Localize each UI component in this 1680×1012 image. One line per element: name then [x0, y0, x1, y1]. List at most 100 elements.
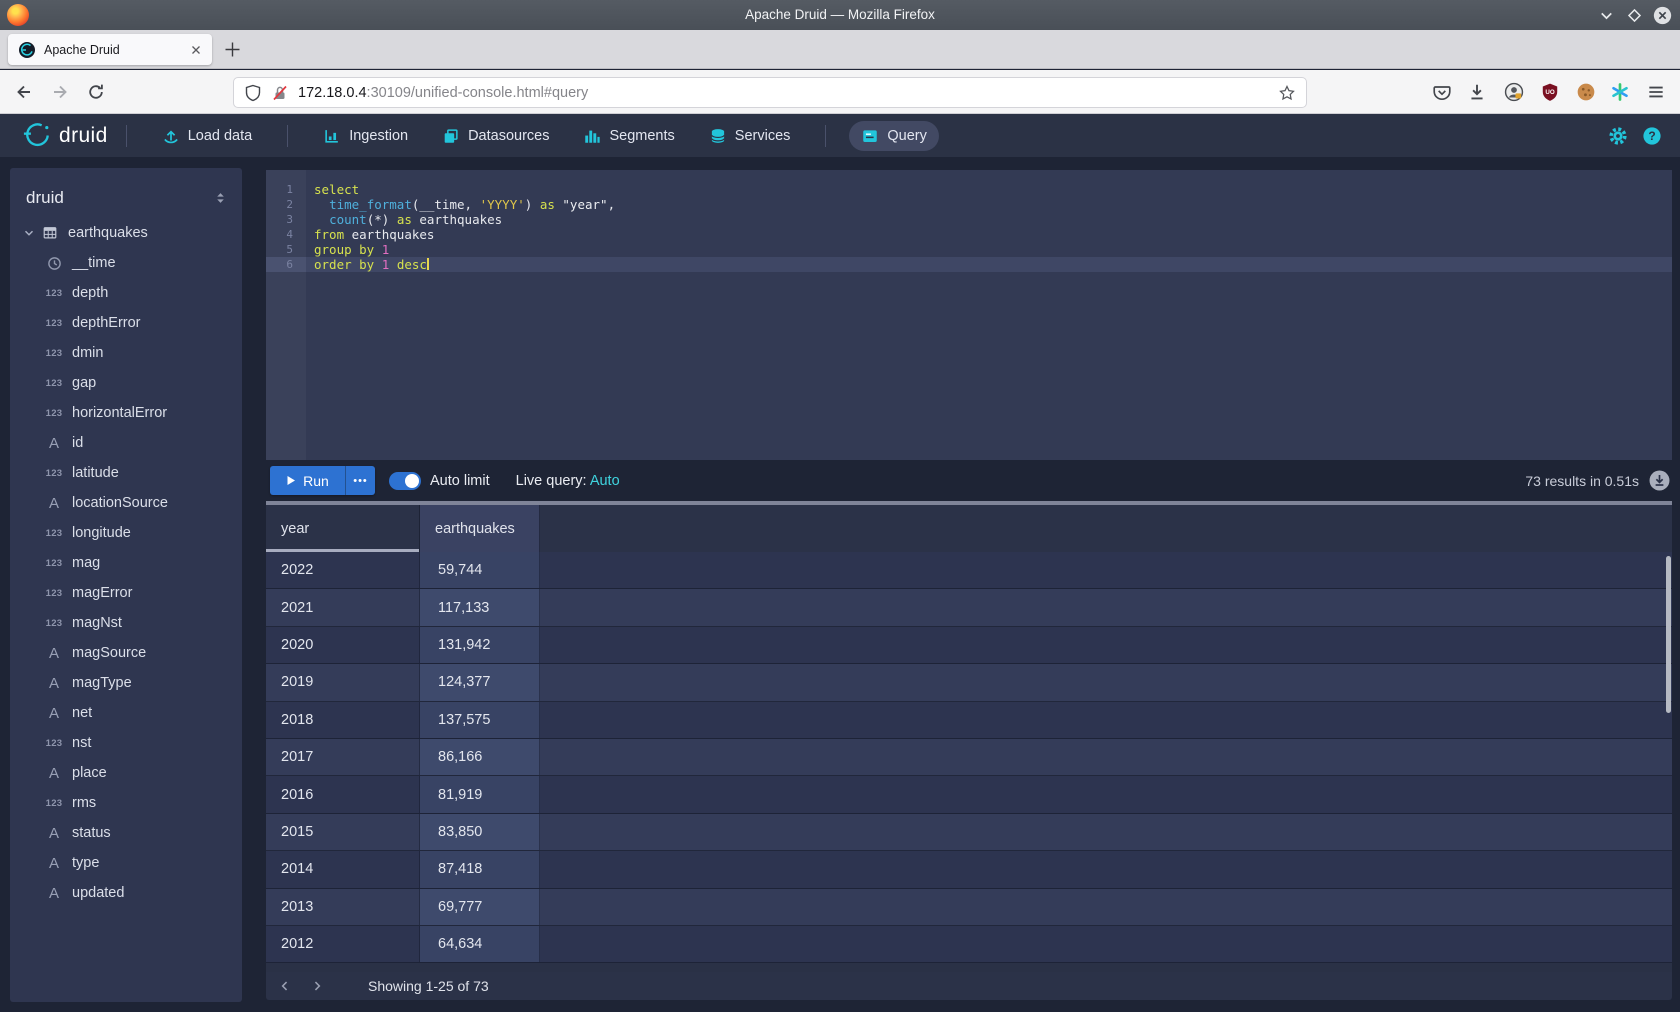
- url-bar[interactable]: 172.18.0.4:30109/unified-console.html#qu…: [233, 77, 1307, 108]
- tree-item-column-nst[interactable]: 123nst: [10, 728, 242, 758]
- tree-item-column-type[interactable]: Atype: [10, 848, 242, 878]
- line-number: 5: [266, 242, 306, 257]
- number-type-icon: 123: [44, 588, 64, 599]
- tree-item-column-magType[interactable]: AmagType: [10, 668, 242, 698]
- nav-item-ingestion[interactable]: Ingestion: [311, 121, 420, 151]
- back-icon[interactable]: [14, 82, 34, 102]
- tree-item-column-mag[interactable]: 123mag: [10, 548, 242, 578]
- insecure-lock-icon[interactable]: [271, 84, 289, 102]
- chevron-down-icon[interactable]: [22, 226, 36, 240]
- reload-icon[interactable]: [86, 82, 106, 102]
- tree-table-label: earthquakes: [68, 225, 148, 241]
- run-more-button[interactable]: •••: [345, 466, 375, 495]
- druid-swirl-icon: [22, 122, 52, 150]
- table-row[interactable]: 2021117,133: [266, 589, 1672, 626]
- extension-asterisk-icon[interactable]: [1610, 82, 1630, 102]
- cell-year: 2018: [266, 702, 420, 738]
- tree-item-column-updated[interactable]: Aupdated: [10, 878, 242, 908]
- download-results-icon[interactable]: [1649, 470, 1670, 491]
- tracking-shield-icon[interactable]: [244, 84, 262, 102]
- new-tab-button[interactable]: [224, 41, 241, 58]
- tree-item-column-latitude[interactable]: 123latitude: [10, 458, 242, 488]
- window-maximize-icon[interactable]: [1625, 6, 1644, 25]
- prev-page-button[interactable]: [272, 975, 298, 997]
- pocket-icon[interactable]: [1432, 82, 1452, 102]
- run-button[interactable]: Run: [270, 466, 345, 495]
- text-cursor: [427, 258, 429, 270]
- editor-line-1[interactable]: 1select: [266, 182, 1672, 197]
- number-type-icon: 123: [44, 288, 64, 299]
- tree-item-column-status[interactable]: Astatus: [10, 818, 242, 848]
- forward-icon[interactable]: [50, 82, 70, 102]
- tree-item-column-magSource[interactable]: AmagSource: [10, 638, 242, 668]
- tree-item-column-id[interactable]: Aid: [10, 428, 242, 458]
- table-row[interactable]: 201681,919: [266, 776, 1672, 813]
- tree-item-column-horizontalError[interactable]: 123horizontalError: [10, 398, 242, 428]
- help-icon[interactable]: ?: [1642, 126, 1662, 146]
- window-close-icon[interactable]: [1653, 6, 1672, 25]
- browser-tab[interactable]: Apache Druid: [8, 34, 212, 65]
- bookmark-star-icon[interactable]: [1278, 84, 1296, 102]
- tree-item-column-depthError[interactable]: 123depthError: [10, 308, 242, 338]
- tree-item-column-locationSource[interactable]: AlocationSource: [10, 488, 242, 518]
- table-row[interactable]: 2018137,575: [266, 702, 1672, 739]
- nav-item-query[interactable]: Query: [849, 121, 939, 151]
- tree-item-column-net[interactable]: Anet: [10, 698, 242, 728]
- nav-item-services[interactable]: Services: [697, 121, 803, 151]
- cell-filler: [540, 702, 1672, 738]
- tree-item-column-place[interactable]: Aplace: [10, 758, 242, 788]
- next-page-button[interactable]: [304, 975, 330, 997]
- auto-limit-label: Auto limit: [430, 473, 490, 489]
- browser-toolbar: 172.18.0.4:30109/unified-console.html#qu…: [0, 70, 1680, 114]
- chevron-right-icon: [310, 979, 324, 993]
- table-row[interactable]: 201786,166: [266, 739, 1672, 776]
- tree-item-column-dmin[interactable]: 123dmin: [10, 338, 242, 368]
- editor-line-3[interactable]: 3 count(*) as earthquakes: [266, 212, 1672, 227]
- live-query-value[interactable]: Auto: [590, 473, 620, 489]
- nav-item-datasources[interactable]: Datasources: [430, 121, 561, 151]
- auto-limit-toggle[interactable]: [389, 472, 421, 490]
- druid-favicon-icon: [19, 42, 35, 58]
- editor-lines: 1select2 time_format(__time, 'YYYY') as …: [266, 170, 1672, 272]
- sql-editor[interactable]: 1select2 time_format(__time, 'YYYY') as …: [266, 170, 1672, 460]
- tree-item-column-rms[interactable]: 123rms: [10, 788, 242, 818]
- editor-line-2[interactable]: 2 time_format(__time, 'YYYY') as "year",: [266, 197, 1672, 212]
- editor-line-5[interactable]: 5group by 1: [266, 242, 1672, 257]
- druid-logo[interactable]: druid: [22, 122, 108, 150]
- ublock-icon[interactable]: UO: [1540, 82, 1560, 102]
- tab-close-icon[interactable]: [188, 42, 204, 58]
- tree-item-column-magError[interactable]: 123magError: [10, 578, 242, 608]
- tree-item-column-magNst[interactable]: 123magNst: [10, 608, 242, 638]
- table-row[interactable]: 201369,777: [266, 889, 1672, 926]
- tree-item-column-gap[interactable]: 123gap: [10, 368, 242, 398]
- results-pager: Showing 1-25 of 73: [266, 972, 1672, 1000]
- table-row[interactable]: 201264,634: [266, 926, 1672, 963]
- table-row[interactable]: 2020131,942: [266, 627, 1672, 664]
- tree-item-table-earthquakes[interactable]: earthquakes: [10, 218, 242, 248]
- editor-line-6[interactable]: 6order by 1 desc: [266, 257, 1672, 272]
- menu-hamburger-icon[interactable]: [1646, 82, 1666, 102]
- table-scrollbar[interactable]: [1666, 556, 1671, 713]
- nav-item-segments[interactable]: Segments: [571, 121, 686, 151]
- database-icon: [709, 127, 727, 145]
- nav-item-load-data[interactable]: Load data: [150, 121, 265, 151]
- nav-item-label: Query: [887, 128, 927, 144]
- editor-line-4[interactable]: 4from earthquakes: [266, 227, 1672, 242]
- sort-carets-icon[interactable]: [213, 190, 228, 206]
- table-row[interactable]: 201583,850: [266, 814, 1672, 851]
- tree-column-label: depth: [72, 285, 108, 301]
- url-text[interactable]: 172.18.0.4:30109/unified-console.html#qu…: [298, 85, 1270, 101]
- window-minimize-icon[interactable]: [1597, 6, 1616, 25]
- column-header-year[interactable]: year: [266, 505, 420, 552]
- cookie-icon[interactable]: [1576, 82, 1596, 102]
- settings-gear-icon[interactable]: [1608, 126, 1628, 146]
- table-row[interactable]: 201487,418: [266, 851, 1672, 888]
- downloads-icon[interactable]: [1467, 82, 1487, 102]
- tree-item-column-longitude[interactable]: 123longitude: [10, 518, 242, 548]
- table-row[interactable]: 2019124,377: [266, 664, 1672, 701]
- tree-item-column-__time[interactable]: __time: [10, 248, 242, 278]
- account-icon[interactable]: [1504, 82, 1524, 102]
- table-row[interactable]: 202259,744: [266, 552, 1672, 589]
- column-header-earthquakes[interactable]: earthquakes: [420, 505, 540, 552]
- tree-item-column-depth[interactable]: 123 depth: [10, 278, 242, 308]
